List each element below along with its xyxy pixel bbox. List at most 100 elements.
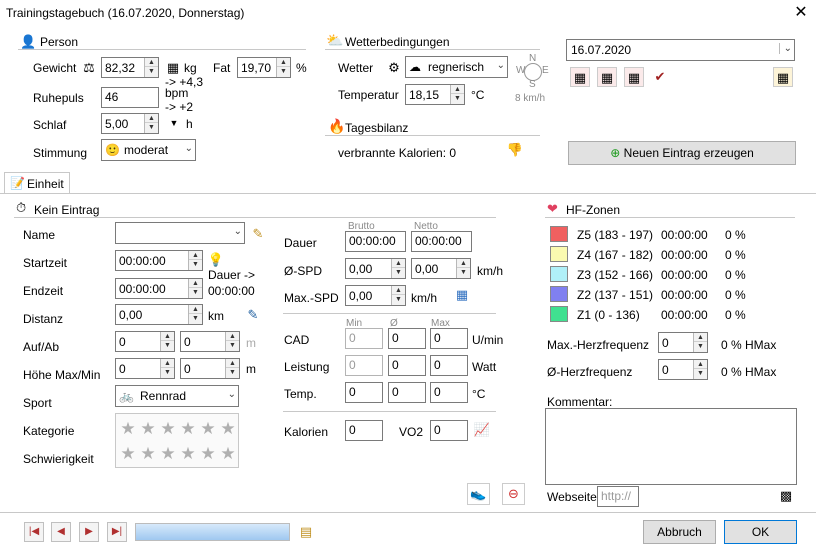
spin-up-icon[interactable]: ▲ xyxy=(189,251,202,260)
leistung-avg-field[interactable]: 0 xyxy=(388,355,426,376)
leistung-max-field[interactable]: 0 xyxy=(430,355,468,376)
avghf-spinner[interactable]: 0 ▲ ▼ xyxy=(658,359,708,380)
spin-up-icon[interactable]: ▲ xyxy=(226,359,239,368)
spin-down-icon[interactable]: ▼ xyxy=(694,342,707,351)
new-entry-button[interactable]: ⊕ Neuen Eintrag erzeugen xyxy=(568,141,796,165)
spin-up-icon[interactable]: ▲ xyxy=(694,360,707,369)
spin-up-icon[interactable]: ▲ xyxy=(694,333,707,342)
qr-code-icon[interactable]: ▩ xyxy=(776,486,796,506)
spin-down-icon[interactable]: ▼ xyxy=(145,67,158,76)
spin-up-icon[interactable]: ▲ xyxy=(392,286,405,295)
spin-up-icon[interactable]: ▲ xyxy=(457,259,470,268)
spin-down-icon[interactable]: ▼ xyxy=(694,369,707,378)
spin-up-icon[interactable]: ▲ xyxy=(161,359,174,368)
star-icon[interactable]: ★ xyxy=(119,420,137,438)
star-icon[interactable]: ★ xyxy=(219,420,237,438)
wetter-select[interactable]: ☁ regnerisch ⌄ xyxy=(405,56,508,78)
aufab-spinner-2[interactable]: 0 ▲ ▼ xyxy=(180,331,240,352)
add-record-icon[interactable]: ▤ xyxy=(296,522,316,542)
spin-down-icon[interactable]: ▼ xyxy=(277,67,290,76)
dauer-netto-field[interactable]: 00:00:00 xyxy=(411,231,472,252)
star-icon[interactable]: ★ xyxy=(199,445,217,463)
star-icon[interactable]: ★ xyxy=(139,420,157,438)
lightbulb-icon[interactable]: 💡 xyxy=(206,250,226,270)
startzeit-spinner[interactable]: 00:00:00 ▲ ▼ xyxy=(115,250,203,271)
calendar-today-icon[interactable]: ▦ xyxy=(597,67,617,87)
last-record-button[interactable]: ▶| xyxy=(107,522,127,542)
spin-down-icon[interactable]: ▼ xyxy=(189,314,202,323)
star-icon[interactable]: ★ xyxy=(159,445,177,463)
wind-compass[interactable]: N W E S xyxy=(516,53,549,90)
spin-up-icon[interactable]: ▲ xyxy=(392,259,405,268)
star-icon[interactable]: ★ xyxy=(199,420,217,438)
schlaf-spinner[interactable]: 5,00 ▲ ▼ xyxy=(101,113,159,134)
edit-folder-icon[interactable]: ✎ xyxy=(248,224,268,244)
zone-color-swatch[interactable] xyxy=(550,226,568,242)
calculator-icon[interactable]: ▦ xyxy=(452,285,472,305)
zone-color-swatch[interactable] xyxy=(550,266,568,282)
spin-down-icon[interactable]: ▼ xyxy=(392,268,405,277)
temp-max-field[interactable]: 0 xyxy=(430,382,468,403)
spin-down-icon[interactable]: ▼ xyxy=(161,341,174,350)
abbruch-button[interactable]: Abbruch xyxy=(643,520,716,544)
fat-spinner[interactable]: 19,70 ▲ ▼ xyxy=(237,57,291,78)
kommentar-textarea[interactable] xyxy=(545,408,797,485)
ruhepuls-field[interactable]: 46 xyxy=(101,87,159,108)
star-icon[interactable]: ★ xyxy=(179,420,197,438)
spin-up-icon[interactable]: ▲ xyxy=(189,279,202,288)
gewicht-spinner[interactable]: 82,32 ▲ ▼ xyxy=(101,57,159,78)
spin-up-icon[interactable]: ▲ xyxy=(145,58,158,67)
star-icon[interactable]: ★ xyxy=(159,420,177,438)
star-icon[interactable]: ★ xyxy=(119,445,137,463)
spin-down-icon[interactable]: ▼ xyxy=(161,368,174,377)
dropdown-arrow-icon[interactable]: ▼ xyxy=(164,113,184,133)
stimmung-select[interactable]: 🙂 moderat ⌄ xyxy=(101,139,196,161)
star-icon[interactable]: ★ xyxy=(179,445,197,463)
ok-button[interactable]: OK xyxy=(724,520,797,544)
calendar-next-icon[interactable]: ▦ xyxy=(624,67,644,87)
spin-up-icon[interactable]: ▲ xyxy=(226,332,239,341)
zone-color-swatch[interactable] xyxy=(550,306,568,322)
kalorien-field[interactable]: 0 xyxy=(345,420,383,441)
spin-down-icon[interactable]: ▼ xyxy=(392,295,405,304)
cad-min-field[interactable]: 0 xyxy=(345,328,383,349)
spin-down-icon[interactable]: ▼ xyxy=(145,123,158,132)
star-icon[interactable]: ★ xyxy=(139,445,157,463)
thumbs-down-icon[interactable]: 👎 xyxy=(505,140,525,160)
temperatur-spinner[interactable]: 18,15 ▲ ▼ xyxy=(405,84,465,105)
spin-down-icon[interactable]: ▼ xyxy=(226,368,239,377)
edit-route-icon[interactable]: ✎ xyxy=(243,305,263,325)
distanz-spinner[interactable]: 0,00 ▲ ▼ xyxy=(115,304,203,325)
shoe-icon[interactable]: 👟 xyxy=(467,483,490,505)
spin-up-icon[interactable]: ▲ xyxy=(189,305,202,314)
temp-avg-field[interactable]: 0 xyxy=(388,382,426,403)
spd-spinner-2[interactable]: 0,00 ▲ ▼ xyxy=(411,258,471,279)
aufab-spinner-1[interactable]: 0 ▲ ▼ xyxy=(115,331,175,352)
spin-down-icon[interactable]: ▼ xyxy=(189,288,202,297)
hoehe-spinner-1[interactable]: 0 ▲ ▼ xyxy=(115,358,175,379)
spin-up-icon[interactable]: ▲ xyxy=(277,58,290,67)
delete-circle-icon[interactable]: ⊖ xyxy=(502,483,525,505)
weather-db-icon[interactable]: ⚙ xyxy=(384,58,404,78)
webseite-field[interactable]: http:// xyxy=(597,486,639,507)
chart-icon[interactable]: 📈 xyxy=(472,420,492,440)
sport-select[interactable]: 🚲 Rennrad ⌄ xyxy=(115,385,239,407)
vo2-field[interactable]: 0 xyxy=(430,420,468,441)
spin-down-icon[interactable]: ▼ xyxy=(451,94,464,103)
cad-max-field[interactable]: 0 xyxy=(430,328,468,349)
spin-down-icon[interactable]: ▼ xyxy=(189,260,202,269)
hoehe-spinner-2[interactable]: 0 ▲ ▼ xyxy=(180,358,240,379)
maxspd-spinner[interactable]: 0,00 ▲ ▼ xyxy=(345,285,406,306)
tab-einheit[interactable]: 📝 Einheit xyxy=(4,172,70,194)
cad-avg-field[interactable]: 0 xyxy=(388,328,426,349)
spin-down-icon[interactable]: ▼ xyxy=(457,268,470,277)
calendar-add-icon[interactable]: ▦ xyxy=(773,67,793,87)
name-select[interactable]: ⌄ xyxy=(115,222,245,244)
spin-up-icon[interactable]: ▲ xyxy=(145,114,158,123)
scale-icon[interactable]: ⚖ xyxy=(79,58,99,78)
close-button[interactable]: ✕ xyxy=(790,2,812,24)
spin-up-icon[interactable]: ▲ xyxy=(451,85,464,94)
spin-down-icon[interactable]: ▼ xyxy=(226,341,239,350)
first-record-button[interactable]: |◀ xyxy=(24,522,44,542)
spin-up-icon[interactable]: ▲ xyxy=(161,332,174,341)
